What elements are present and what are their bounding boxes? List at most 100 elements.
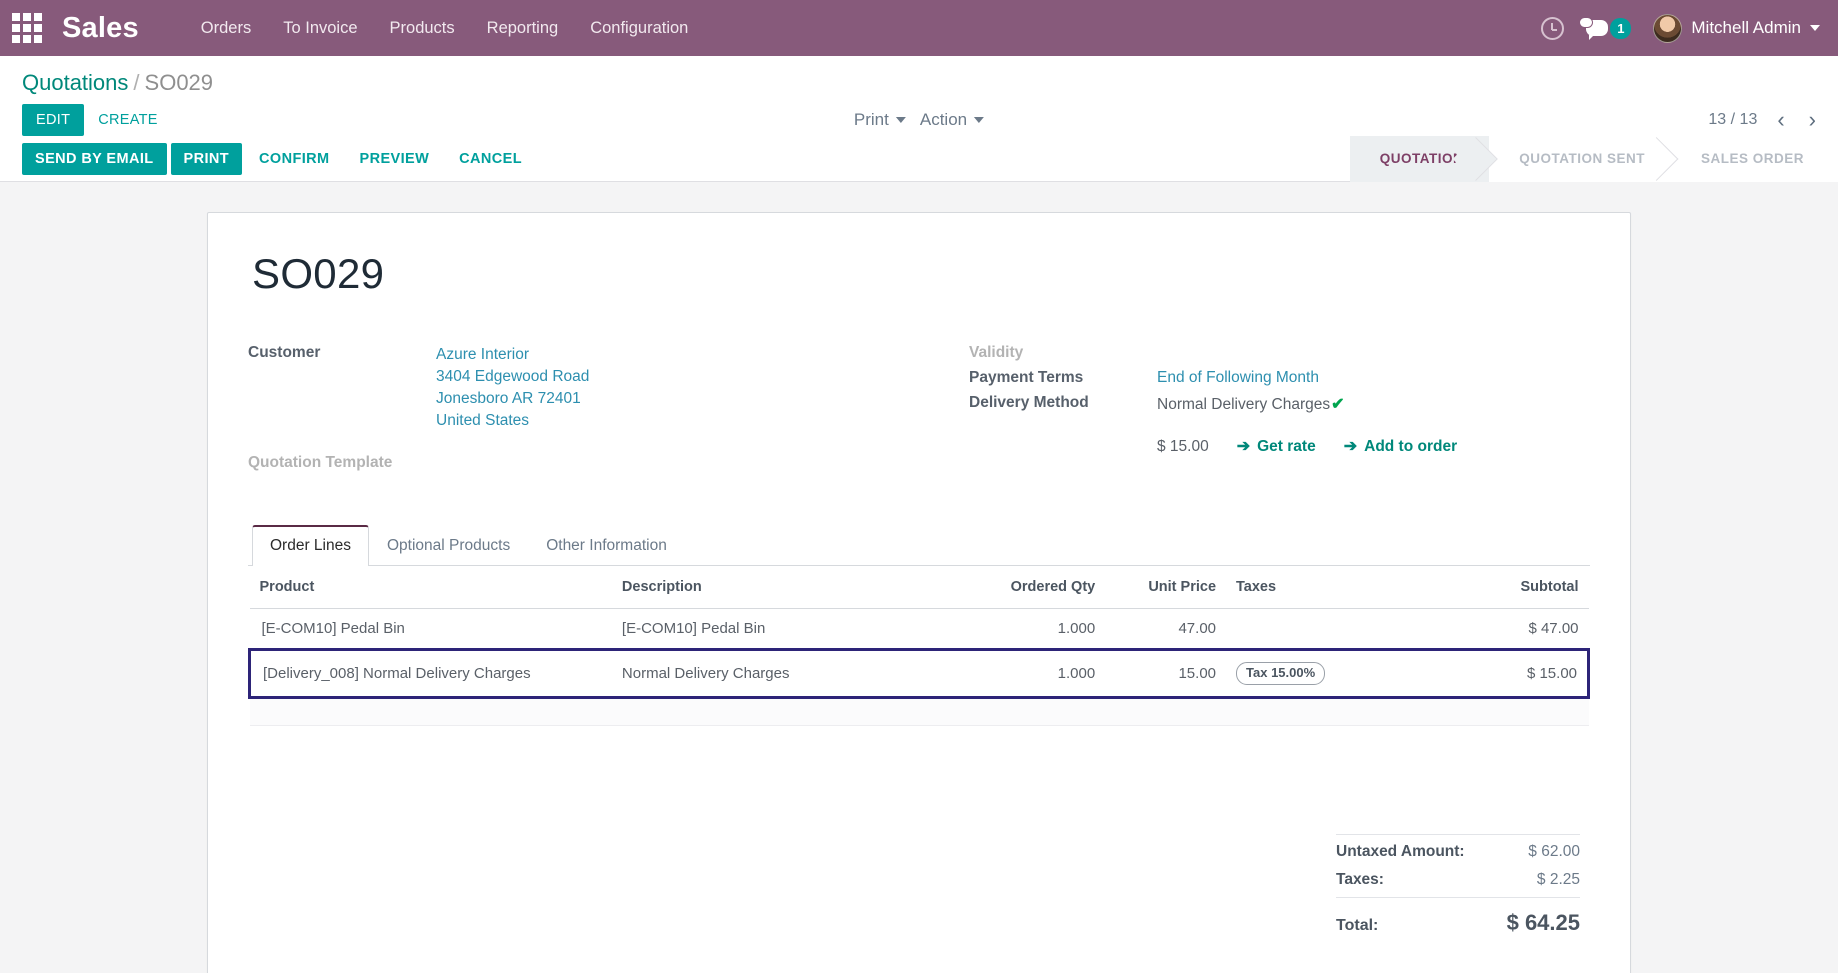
- tab-order-lines[interactable]: Order Lines: [252, 525, 369, 566]
- control-panel-actions: EDIT CREATE Print Action 13 / 13 ‹ ›: [0, 96, 1838, 136]
- cell-product[interactable]: [E-COM10] Pedal Bin: [249, 608, 612, 650]
- print-dropdown-label: Print: [853, 110, 889, 129]
- arrow-right-icon: ➔: [1236, 438, 1251, 455]
- messages-count-badge: 1: [1610, 17, 1632, 39]
- cell-unit-price[interactable]: 47.00: [1105, 608, 1227, 650]
- table-header-row: Product Description Ordered Qty Unit Pri…: [249, 566, 1589, 609]
- cell-taxes[interactable]: [1226, 608, 1458, 650]
- field-customer: Customer Azure Interior 3404 Edgewood Ro…: [248, 342, 919, 432]
- cell-description[interactable]: Normal Delivery Charges: [611, 648, 975, 699]
- table-row[interactable]: [E-COM10] Pedal Bin [E-COM10] Pedal Bin …: [249, 608, 1589, 650]
- menu-item-to-invoice[interactable]: To Invoice: [267, 11, 373, 46]
- print-dropdown[interactable]: Print: [854, 110, 906, 130]
- app-brand-sales[interactable]: Sales: [62, 12, 139, 45]
- delivery-method-value: Normal Delivery Charges✔: [1157, 392, 1345, 416]
- pager-next-icon[interactable]: ›: [1805, 107, 1820, 133]
- chat-bubble-icon: [1579, 17, 1609, 40]
- control-panel: Quotations / SO029 EDIT CREATE Print Actio…: [0, 56, 1838, 136]
- delivery-method-text[interactable]: Normal Delivery Charges: [1157, 396, 1330, 413]
- send-by-email-button[interactable]: SEND BY EMAIL: [22, 142, 167, 175]
- delivery-method-label: Delivery Method: [969, 394, 1089, 411]
- validity-label: Validity: [969, 344, 1024, 361]
- chevron-down-icon: [1810, 25, 1820, 31]
- total-label: Total:: [1336, 916, 1379, 934]
- menu-item-products[interactable]: Products: [374, 11, 471, 46]
- pager-previous-icon[interactable]: ‹: [1773, 107, 1788, 133]
- form-view-background: SO029 Customer Azure Interior 3404 Edgew…: [0, 182, 1838, 973]
- action-dropdown-label: Action: [919, 110, 968, 129]
- tab-optional-products[interactable]: Optional Products: [369, 525, 528, 566]
- menu-item-orders[interactable]: Orders: [185, 11, 267, 46]
- taxes-value: $ 2.25: [1536, 870, 1580, 888]
- user-menu[interactable]: Mitchell Admin: [1653, 13, 1820, 43]
- form-sheet: SO029 Customer Azure Interior 3404 Edgew…: [207, 212, 1631, 973]
- cell-subtotal: $ 15.00: [1457, 648, 1590, 699]
- breadcrumb-separator: /: [133, 70, 140, 95]
- untaxed-amount-value: $ 62.00: [1528, 842, 1580, 860]
- status-pipeline: QUOTATION QUOTATION SENT SALES ORDER: [1349, 135, 1838, 182]
- column-header-product: Product: [249, 566, 612, 609]
- avatar: [1653, 13, 1683, 43]
- cell-taxes[interactable]: Tax 15.00%: [1226, 648, 1458, 699]
- column-header-description: Description: [611, 566, 975, 609]
- breadcrumb-quotations[interactable]: Quotations: [22, 70, 128, 95]
- column-header-unit-price: Unit Price: [1105, 566, 1227, 609]
- menu-item-reporting[interactable]: Reporting: [471, 11, 575, 46]
- cell-ordered-qty[interactable]: 1.000: [974, 648, 1106, 699]
- delivery-price: $ 15.00: [1157, 438, 1209, 455]
- customer-country[interactable]: United States: [436, 410, 589, 432]
- customer-street[interactable]: 3404 Edgewood Road: [436, 366, 589, 388]
- cell-unit-price[interactable]: 15.00: [1105, 648, 1227, 699]
- pager-counter: 13 / 13: [1708, 111, 1758, 128]
- add-to-order-button[interactable]: ➔ Add to order: [1344, 438, 1457, 456]
- form-column-left: Customer Azure Interior 3404 Edgewood Ro…: [248, 342, 919, 477]
- stage-quotation[interactable]: QUOTATION: [1349, 135, 1490, 182]
- taxes-label: Taxes:: [1336, 870, 1384, 888]
- create-button[interactable]: CREATE: [84, 104, 172, 136]
- confirm-button[interactable]: CONFIRM: [246, 143, 342, 175]
- notebook-tabs: Order Lines Optional Products Other Info…: [248, 525, 1590, 566]
- edit-button[interactable]: EDIT: [22, 104, 85, 136]
- empty-cell: [249, 697, 1589, 726]
- tax-badge: Tax 15.00%: [1236, 662, 1326, 685]
- cell-ordered-qty[interactable]: 1.000: [974, 608, 1106, 650]
- messages-button[interactable]: 1: [1579, 17, 1632, 40]
- payment-terms-value: End of Following Month: [1157, 367, 1319, 387]
- order-lines-table: Product Description Ordered Qty Unit Pri…: [247, 566, 1590, 726]
- customer-city[interactable]: Jonesboro AR 72401: [436, 388, 589, 410]
- customer-value: Azure Interior 3404 Edgewood Road Jonesb…: [436, 342, 589, 432]
- customer-name-link[interactable]: Azure Interior: [436, 344, 589, 366]
- totals-section: Untaxed Amount: $ 62.00 Taxes: $ 2.25 To…: [248, 831, 1590, 941]
- breadcrumb-row: Quotations / SO029: [0, 56, 1838, 96]
- action-dropdown[interactable]: Action: [919, 110, 985, 130]
- apps-grid-icon[interactable]: [10, 11, 44, 45]
- print-button[interactable]: PRINT: [170, 142, 243, 175]
- preview-button[interactable]: PREVIEW: [347, 143, 443, 175]
- form-fields: Customer Azure Interior 3404 Edgewood Ro…: [248, 342, 1590, 477]
- stage-quotation-sent[interactable]: QUOTATION SENT: [1489, 135, 1671, 182]
- column-header-subtotal: Subtotal: [1457, 566, 1589, 609]
- menu-item-configuration[interactable]: Configuration: [574, 11, 704, 46]
- main-menu: Orders To Invoice Products Reporting Con…: [185, 11, 705, 46]
- get-rate-button[interactable]: ➔ Get rate: [1237, 438, 1316, 456]
- get-rate-label: Get rate: [1257, 438, 1316, 455]
- field-validity: Validity: [969, 342, 1590, 362]
- column-header-taxes: Taxes: [1226, 566, 1458, 609]
- stage-sales-order[interactable]: SALES ORDER: [1670, 135, 1838, 182]
- table-row[interactable]: [Delivery_008] Normal Delivery Charges N…: [247, 648, 1590, 699]
- top-navbar: Sales Orders To Invoice Products Reporti…: [0, 0, 1838, 56]
- cancel-button[interactable]: CANCEL: [446, 143, 535, 175]
- clock-icon[interactable]: [1541, 16, 1565, 40]
- column-header-ordered-qty: Ordered Qty: [974, 566, 1106, 609]
- breadcrumb: Quotations / SO029: [22, 70, 213, 96]
- user-name-label: Mitchell Admin: [1691, 18, 1801, 37]
- quotation-template-label: Quotation Template: [248, 454, 393, 471]
- field-quotation-template: Quotation Template: [248, 452, 919, 472]
- check-icon: ✔: [1331, 396, 1345, 413]
- tab-other-information[interactable]: Other Information: [528, 525, 685, 566]
- payment-terms-link[interactable]: End of Following Month: [1157, 369, 1319, 386]
- add-to-order-label: Add to order: [1364, 438, 1458, 455]
- cell-product[interactable]: [Delivery_008] Normal Delivery Charges: [247, 648, 612, 699]
- cell-description[interactable]: [E-COM10] Pedal Bin: [611, 608, 975, 650]
- breadcrumb-current: SO029: [144, 70, 214, 95]
